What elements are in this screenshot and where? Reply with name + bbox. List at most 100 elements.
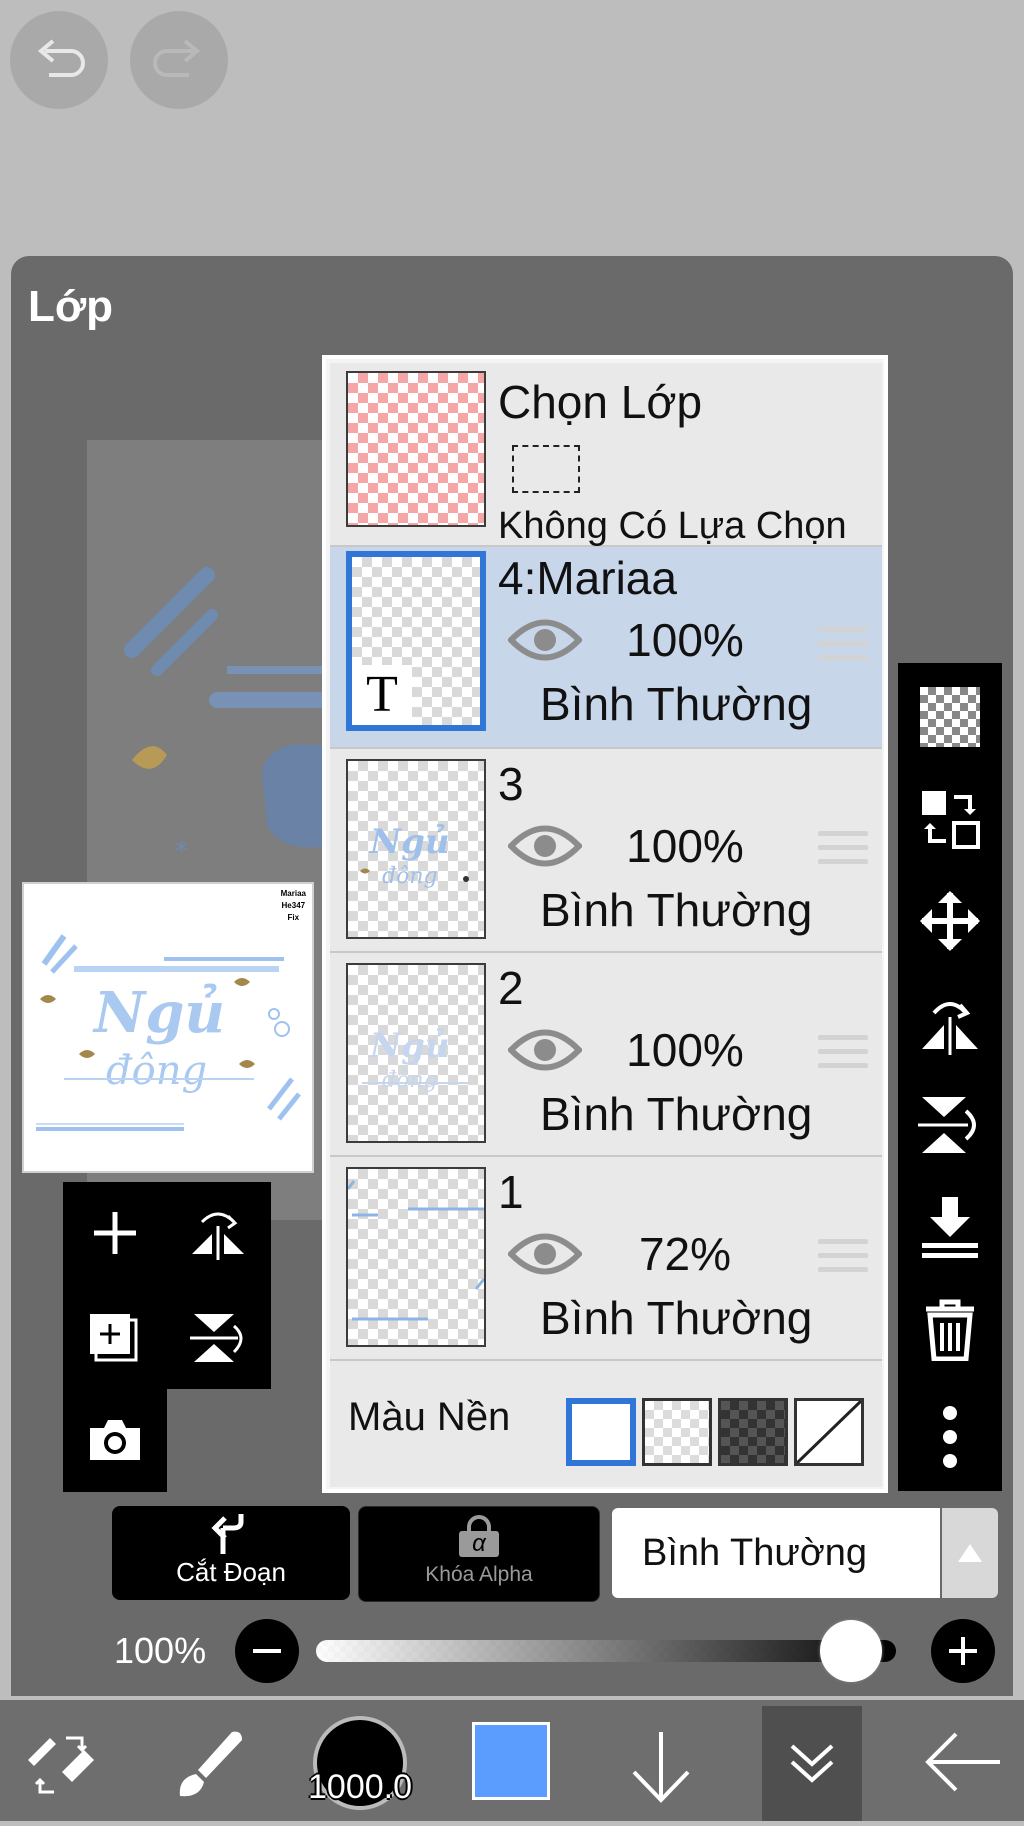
drag-handle-icon[interactable] (818, 1239, 868, 1281)
visibility-eye-icon[interactable] (508, 821, 582, 871)
move-button[interactable] (916, 887, 984, 955)
add-layer-button[interactable] (88, 1206, 142, 1260)
camera-icon (90, 1420, 140, 1460)
duplicate-layer-button[interactable] (86, 1310, 144, 1368)
opacity-increase-button[interactable] (931, 1619, 995, 1683)
arrow-left-icon (925, 1732, 1000, 1792)
plus-icon (949, 1637, 977, 1665)
layer-blend-mode: Bình Thường (540, 1088, 813, 1140)
svg-text:đông: đông (106, 1048, 207, 1094)
delete-layer-button[interactable] (916, 1295, 984, 1363)
background-dark-checker-swatch[interactable] (718, 1398, 788, 1466)
panel-title: Lớp (28, 282, 114, 331)
transparency-button[interactable] (916, 683, 984, 751)
flip-vertical-icon (190, 1314, 243, 1362)
arrow-down-icon (632, 1732, 690, 1803)
layer-row[interactable]: Ngủ đông 3 100% Bình Thường (330, 749, 882, 953)
flip-vertical-button[interactable] (188, 1308, 248, 1368)
duplicate-icon (90, 1314, 138, 1362)
clipping-arrow-icon (211, 1514, 244, 1554)
svg-text:Ngủ: Ngủ (92, 980, 225, 1046)
drag-handle-icon[interactable] (818, 831, 868, 873)
current-color-swatch[interactable] (472, 1722, 550, 1800)
minus-icon (253, 1649, 281, 1653)
visibility-eye-icon[interactable] (508, 615, 582, 665)
layer-thumb-art (348, 1180, 484, 1321)
opacity-decrease-button[interactable] (235, 1619, 299, 1683)
brush-eraser-swap-icon (28, 1736, 94, 1794)
flip-horizontal-icon (922, 1002, 978, 1055)
lock-icon: α (459, 1515, 499, 1557)
blend-mode-select[interactable]: Bình Thường (612, 1508, 940, 1598)
blend-mode-dropdown-button[interactable] (942, 1508, 998, 1598)
layer-thumbnail: Ngủ đông (346, 963, 486, 1143)
layer-down-button[interactable] (624, 1728, 698, 1806)
text-layer-icon: T (352, 665, 412, 725)
layer-thumbnail: T (346, 551, 486, 731)
double-chevron-down-icon (790, 1744, 834, 1783)
merge-down-button[interactable] (916, 1193, 984, 1261)
triangle-up-icon (958, 1544, 982, 1562)
import-photo-button[interactable] (86, 1414, 144, 1466)
alpha-lock-button[interactable]: α Khóa Alpha (358, 1506, 600, 1602)
svg-text:Ngủ: Ngủ (369, 1026, 450, 1066)
brush-size-value: 1000.0 (308, 1768, 412, 1806)
opacity-slider-track[interactable] (316, 1640, 896, 1662)
layer-blend-mode: Bình Thường (540, 884, 813, 936)
layer-name: 1 (498, 1166, 524, 1218)
back-button[interactable] (924, 1730, 1004, 1794)
swap-icon (922, 791, 980, 849)
drag-handle-icon[interactable] (818, 627, 868, 669)
visibility-eye-icon[interactable] (508, 1229, 582, 1279)
flip-horizontal-icon (192, 1212, 244, 1260)
svg-text:Ngủ: Ngủ (369, 822, 450, 862)
selection-status: Không Có Lựa Chọn (498, 505, 847, 547)
undo-button[interactable] (10, 11, 108, 109)
layer-row[interactable]: 1 72% Bình Thường (330, 1157, 882, 1361)
move-icon (920, 891, 980, 951)
flip-horizontal-side-button[interactable] (916, 989, 984, 1057)
layers-button[interactable] (762, 1706, 862, 1821)
redo-icon (153, 39, 201, 77)
selection-layer-title: Chọn Lớp (498, 376, 703, 428)
canvas-preview: Ngủ đông Mariaa He347 Fix (22, 882, 314, 1173)
more-vertical-icon (943, 1406, 957, 1468)
layer-blend-mode: Bình Thường (540, 678, 813, 730)
swap-layer-button[interactable] (916, 785, 984, 853)
background-none-swatch[interactable] (794, 1398, 864, 1466)
svg-text:đông: đông (382, 1068, 438, 1093)
background-white-swatch[interactable] (566, 1398, 636, 1466)
preview-stamp: Mariaa He347 Fix (280, 889, 306, 922)
more-options-button[interactable] (916, 1403, 984, 1471)
undo-icon (37, 39, 85, 77)
flip-vertical-side-button[interactable] (916, 1091, 984, 1159)
alpha-lock-label: Khóa Alpha (425, 1563, 533, 1586)
tool-switch-button[interactable] (22, 1728, 100, 1802)
clipping-label: Cắt Đoạn (176, 1557, 286, 1587)
drag-handle-icon[interactable] (818, 1035, 868, 1077)
checker-icon (920, 687, 980, 747)
selection-layer-row[interactable]: Chọn Lớp Không Có Lựa Chọn (330, 363, 882, 547)
layer-opacity: 72% (638, 1228, 732, 1280)
selection-thumbnail (346, 371, 486, 527)
layer-thumb-art: Ngủđông (362, 1026, 468, 1093)
layer-row[interactable]: T 4:Mariaa 100% Bình Thường (330, 547, 882, 749)
opacity-slider-knob[interactable] (820, 1620, 882, 1682)
clipping-button[interactable]: Cắt Đoạn (112, 1506, 350, 1600)
plus-icon (94, 1212, 136, 1254)
layer-row[interactable]: Ngủ đông 2 100% Bình Thường (330, 953, 882, 1157)
layer-thumb-art: Ngủđông (360, 822, 469, 889)
brush-icon (179, 1731, 242, 1797)
redo-button[interactable] (130, 11, 228, 109)
no-background-icon (795, 1399, 863, 1465)
layer-name: 4:Mariaa (498, 552, 677, 604)
visibility-eye-icon[interactable] (508, 1025, 582, 1075)
background-light-checker-swatch[interactable] (642, 1398, 712, 1466)
svg-text:đông: đông (382, 864, 438, 889)
flip-horizontal-button[interactable] (188, 1206, 248, 1262)
layer-tools-sidebar (898, 663, 1002, 1491)
brush-button[interactable] (170, 1726, 248, 1804)
opacity-label: 100% (114, 1630, 207, 1671)
merge-down-icon (922, 1197, 978, 1258)
selection-marquee-icon (512, 445, 580, 493)
